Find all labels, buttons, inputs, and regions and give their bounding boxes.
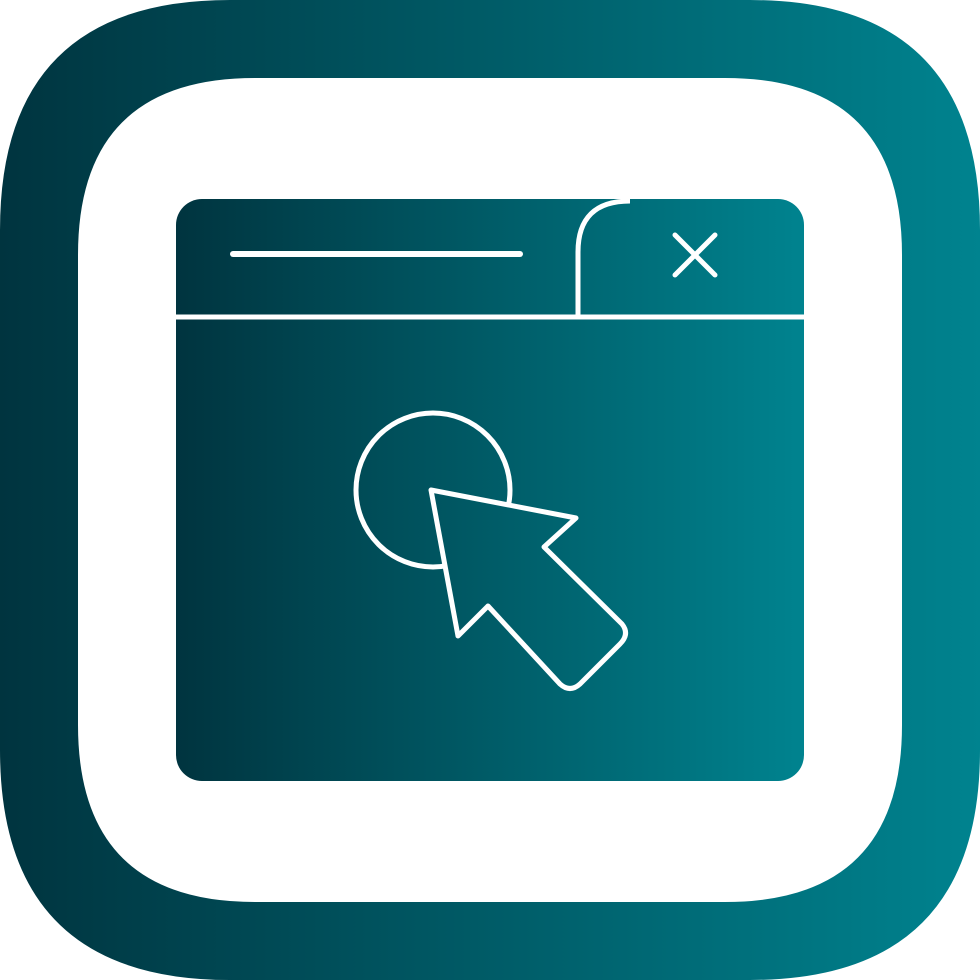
browser-window [176, 199, 804, 781]
browser-click-icon [0, 0, 980, 980]
icon-canvas [0, 0, 980, 980]
